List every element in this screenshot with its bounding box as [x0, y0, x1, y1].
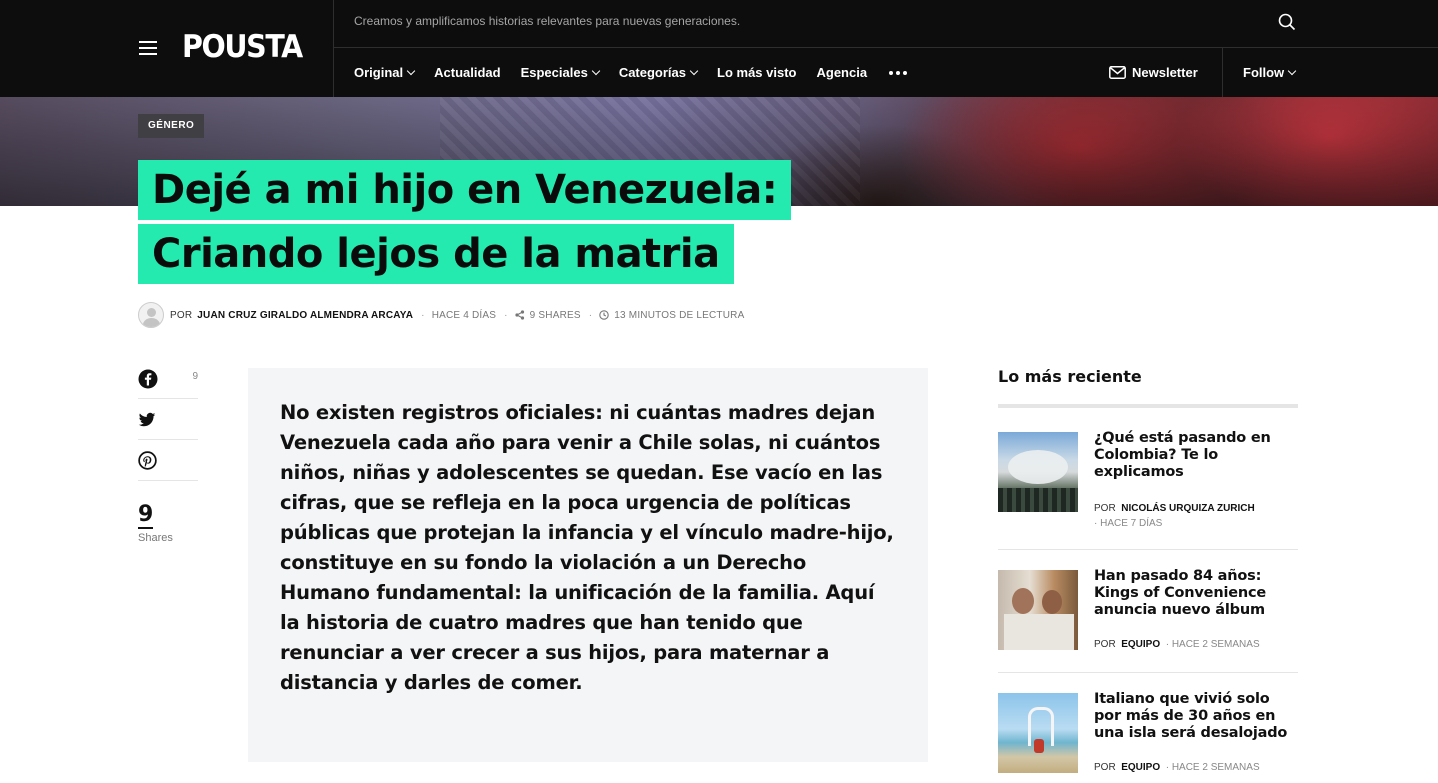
site-logo[interactable]: POUSTA — [182, 27, 303, 67]
more-dots-icon[interactable] — [889, 70, 908, 75]
share-rail: 9 — [138, 358, 198, 481]
main-nav-bar: Original Actualidad Especiales Categoría… — [334, 48, 1438, 97]
meta-shares-text: 9 SHARES — [529, 309, 581, 321]
share-total-label: Shares — [138, 532, 173, 544]
tagline-bar: Creamos y amplificamos historias relevan… — [334, 0, 1438, 48]
nav-item-agencia[interactable]: Agencia — [816, 65, 867, 80]
meta-separator: · — [588, 309, 593, 321]
post-meta: POR NICOLÁS URQUIZA ZURICH · HACE 7 DÍAS — [1094, 503, 1255, 529]
meta-by: POR — [170, 309, 193, 321]
pinterest-icon — [138, 451, 157, 470]
follow-block: Follow — [1222, 48, 1438, 97]
post-thumbnail[interactable] — [998, 432, 1078, 512]
nav-label: Actualidad — [434, 65, 501, 80]
post-author[interactable]: NICOLÁS URQUIZA ZURICH — [1121, 503, 1255, 514]
nav-label: Agencia — [816, 65, 868, 80]
post-thumbnail[interactable] — [998, 693, 1078, 773]
chevron-down-icon — [591, 66, 601, 76]
facebook-icon — [138, 369, 158, 389]
meta-reading-time: 13 MINUTOS DE LECTURA — [599, 310, 744, 321]
divider — [998, 549, 1298, 550]
meta-shares: 9 SHARES — [515, 310, 581, 321]
post-time: HACE 2 SEMANAS — [1171, 639, 1260, 650]
share-icon — [515, 310, 524, 320]
post-meta: POR EQUIPO · HACE 2 SEMANAS — [1094, 762, 1260, 773]
nav-label: Especiales — [520, 65, 588, 80]
avatar[interactable] — [138, 302, 164, 328]
newsletter-label: Newsletter — [1132, 65, 1198, 80]
chevron-down-icon — [406, 66, 416, 76]
post-by: POR — [1094, 503, 1116, 514]
post-meta: POR EQUIPO · HACE 2 SEMANAS — [1094, 639, 1260, 650]
chevron-down-icon — [689, 66, 699, 76]
article-title-line-2: Criando lejos de la matria — [138, 224, 734, 284]
category-badge[interactable]: GÉNERO — [138, 114, 205, 138]
share-total: 9 Shares — [138, 503, 173, 544]
meta-reading-text: 13 MINUTOS DE LECTURA — [614, 309, 745, 321]
post-author[interactable]: EQUIPO — [1121, 762, 1160, 773]
newsletter-button[interactable]: Newsletter — [1109, 48, 1198, 97]
sidebar-recent: Lo más reciente ¿Qué está pasando en Col… — [998, 358, 1298, 773]
article-lead: No existen registros oficiales: ni cuánt… — [280, 401, 894, 694]
post-by: POR — [1094, 762, 1116, 773]
sidebar-title: Lo más reciente — [998, 358, 1298, 408]
nav-item-lo-mas-visto[interactable]: Lo más visto — [717, 65, 796, 80]
post-title[interactable]: Han pasado 84 años: Kings of Convenience… — [1094, 568, 1298, 619]
hamburger-icon[interactable] — [139, 41, 157, 55]
nav-label: Lo más visto — [717, 65, 797, 80]
article-meta: POR JUAN CRUZ GIRALDO ALMENDRA ARCAYA · … — [138, 302, 752, 328]
post-time: HACE 2 SEMANAS — [1171, 762, 1260, 773]
article-lead-box: No existen registros oficiales: ni cuánt… — [248, 368, 928, 762]
twitter-icon — [138, 412, 156, 427]
envelope-icon — [1109, 66, 1126, 79]
facebook-share-count: 9 — [192, 371, 198, 382]
follow-label: Follow — [1243, 65, 1285, 80]
post-time: HACE 7 DÍAS — [1100, 518, 1163, 529]
nav-label: Original — [354, 65, 404, 80]
share-pinterest-button[interactable] — [138, 440, 198, 481]
meta-separator: · — [421, 309, 425, 321]
post-thumbnail[interactable] — [998, 570, 1078, 650]
main-nav: Original Actualidad Especiales Categoría… — [354, 48, 908, 97]
post-title[interactable]: ¿Qué está pasando en Colombia? Te lo exp… — [1094, 430, 1298, 481]
nav-item-original[interactable]: Original — [354, 65, 416, 80]
nav-item-actualidad[interactable]: Actualidad — [434, 65, 500, 80]
nav-item-especiales[interactable]: Especiales — [520, 65, 601, 80]
article-title-line-1: Dejé a mi hijo en Venezuela: — [138, 160, 792, 220]
share-total-count: 9 — [138, 502, 154, 529]
chevron-down-icon — [1287, 66, 1297, 76]
logo-block: POUSTA — [0, 0, 334, 97]
post-by: POR — [1094, 639, 1116, 650]
post-author[interactable]: EQUIPO — [1121, 639, 1160, 650]
post-title[interactable]: Italiano que vivió solo por más de 30 añ… — [1094, 691, 1298, 742]
share-facebook-button[interactable]: 9 — [138, 358, 198, 399]
meta-time: HACE 4 DÍAS — [431, 309, 497, 321]
site-header: POUSTA Creamos y amplificamos historias … — [0, 0, 1438, 97]
follow-button[interactable]: Follow — [1243, 48, 1297, 97]
share-twitter-button[interactable] — [138, 399, 198, 440]
search-icon[interactable] — [1278, 13, 1298, 33]
site-tagline: Creamos y amplificamos historias relevan… — [354, 14, 741, 28]
clock-icon — [599, 310, 610, 320]
divider — [998, 672, 1298, 673]
nav-item-categorias[interactable]: Categorías — [618, 65, 699, 80]
meta-separator: · — [504, 309, 508, 321]
nav-label: Categorías — [618, 65, 687, 80]
author-link[interactable]: JUAN CRUZ GIRALDO ALMENDRA ARCAYA — [197, 310, 413, 321]
